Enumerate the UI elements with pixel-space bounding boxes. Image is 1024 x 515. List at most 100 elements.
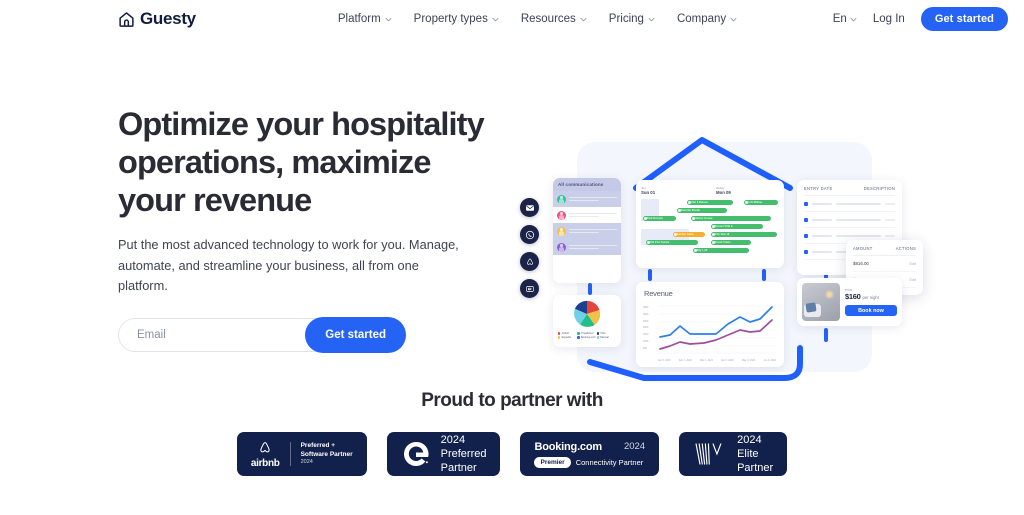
partner-badge-vrbo[interactable]: 2024 Elite Partner bbox=[679, 432, 788, 476]
legend-dot bbox=[558, 332, 561, 335]
partner-badge-booking[interactable]: Booking.com 2024 Premier Connectivity Pa… bbox=[520, 432, 660, 476]
y-tick: 3000 bbox=[643, 312, 649, 316]
communication-row[interactable] bbox=[553, 239, 621, 255]
reservation-bar[interactable]: Old Port Estate bbox=[646, 240, 698, 246]
reservation-bar[interactable]: Unit 3 Deluxe bbox=[687, 200, 733, 206]
channel-mix-card: Airbnb Tripadvisor Vrbo Expedia Booking.… bbox=[553, 295, 621, 347]
airbnb-icon[interactable] bbox=[520, 252, 539, 271]
reservation-bar[interactable]: Bondi Views bbox=[711, 240, 751, 246]
revenue-chart-title: Revenue bbox=[644, 289, 673, 298]
table-row[interactable] bbox=[804, 196, 895, 212]
primary-nav: Platform Property types Resources Pricin… bbox=[338, 13, 737, 25]
table-row[interactable] bbox=[804, 212, 895, 228]
badge-line-1: 2024 bbox=[440, 433, 466, 446]
reservation-label: Old Port Estate bbox=[649, 241, 670, 245]
communication-row[interactable] bbox=[553, 207, 621, 223]
legend-item: Expedia bbox=[558, 336, 575, 339]
vrbo-logo bbox=[695, 443, 722, 465]
reservation-bar[interactable]: City Flat 12 bbox=[711, 232, 777, 238]
book-now-button[interactable]: Book now bbox=[845, 305, 897, 317]
legend-item: Airbnb bbox=[558, 332, 575, 335]
y-tick: 2000 bbox=[643, 326, 649, 330]
x-tick: Jan 3, 2024 bbox=[658, 359, 671, 362]
column-actions: ACTIONS bbox=[895, 246, 916, 251]
nav-item-company[interactable]: Company bbox=[677, 13, 737, 25]
headline-line-2: operations, maximize bbox=[118, 144, 431, 181]
calendar-grid: Unit 3 Deluxe Loft Milano Seaside Studio… bbox=[641, 199, 779, 265]
badge-line-3: 2024 bbox=[300, 458, 313, 465]
nav-item-platform[interactable]: Platform bbox=[338, 13, 392, 25]
communication-row[interactable] bbox=[553, 223, 621, 239]
x-tick: Apr 3, 2024 bbox=[721, 359, 734, 362]
language-selector[interactable]: En bbox=[833, 13, 857, 25]
row-placeholder-lines bbox=[569, 196, 617, 202]
row-checkbox[interactable] bbox=[804, 233, 808, 238]
reservation-bar[interactable]: Loft Milano bbox=[744, 200, 778, 206]
booking-badge-top: Booking.com 2024 bbox=[534, 441, 645, 453]
reservation-bar[interactable]: Sunset Villa A bbox=[711, 224, 763, 230]
reservation-bar[interactable]: Seaside Studio bbox=[677, 208, 727, 214]
badge-line-1: 2024 bbox=[737, 433, 762, 446]
channel-pie-icon bbox=[574, 300, 601, 327]
page-bottom-spacer bbox=[0, 507, 1024, 515]
row-checkbox[interactable] bbox=[804, 249, 808, 254]
avatar bbox=[557, 210, 566, 220]
vrbo-badge-text: 2024 Elite Partner bbox=[737, 433, 773, 475]
divider bbox=[289, 442, 291, 466]
legend-item: Vrbo bbox=[596, 332, 614, 335]
hero-copy: Optimize your hospitality operations, ma… bbox=[118, 105, 498, 354]
airbnb-wordmark: airbnb bbox=[250, 457, 280, 469]
airbnb-logo bbox=[260, 441, 270, 452]
communication-row[interactable] bbox=[553, 191, 621, 207]
headline-line-1: Optimize your hospitality bbox=[118, 106, 485, 142]
row-checkbox[interactable] bbox=[804, 201, 808, 206]
whatsapp-icon[interactable] bbox=[520, 225, 539, 244]
page-title: Optimize your hospitality operations, ma… bbox=[118, 105, 498, 219]
badge-line-1: Preferred + bbox=[300, 442, 336, 450]
nav-item-pricing[interactable]: Pricing bbox=[609, 13, 655, 25]
pie-chart bbox=[557, 299, 617, 329]
edit-action[interactable]: Edit bbox=[909, 262, 916, 266]
get-started-button[interactable]: Get started bbox=[920, 7, 1008, 31]
reservation-label: Sky Loft bbox=[696, 249, 708, 253]
column-amount: AMOUNT bbox=[853, 246, 873, 251]
reservation-bar[interactable]: Sky Loft bbox=[693, 248, 749, 254]
communications-title: All communications bbox=[553, 178, 621, 191]
price-value: $160 bbox=[845, 292, 861, 302]
price-row: $160 per night bbox=[845, 292, 897, 301]
row-checkbox[interactable] bbox=[804, 217, 808, 222]
amount-row[interactable]: $816.00 Edit bbox=[853, 256, 916, 272]
reservation-bar[interactable]: Park Retreat bbox=[643, 216, 676, 222]
edit-action[interactable]: Edit bbox=[909, 278, 916, 282]
login-link[interactable]: Log In bbox=[873, 13, 905, 25]
entry-table-header: ENTRY DATE DESCRIPTION bbox=[804, 186, 895, 196]
premier-badge: Premier bbox=[534, 456, 571, 468]
reservation-label: Garden Suite bbox=[676, 233, 694, 237]
amount-value: $816.00 bbox=[853, 261, 869, 266]
airbnb-lockup: airbnb bbox=[251, 440, 280, 469]
legend-label: Expedia bbox=[561, 336, 571, 339]
nav-item-resources[interactable]: Resources bbox=[521, 13, 587, 25]
row-placeholder-lines bbox=[569, 212, 617, 218]
booking-badge-bottom: Premier Connectivity Partner bbox=[534, 456, 645, 468]
y-tick: 1000 bbox=[643, 340, 649, 344]
x-tick: Feb 3, 2024 bbox=[678, 359, 692, 362]
legend-label: Vrbo bbox=[600, 332, 606, 335]
reservation-bar[interactable]: Garden Suite bbox=[673, 232, 705, 238]
reservation-label: Unit 3 Deluxe bbox=[690, 201, 708, 205]
partner-badge-expedia[interactable]: 2024 Preferred Partner bbox=[386, 432, 501, 476]
partner-badge-airbnb[interactable]: airbnb Preferred + Software Partner 2024 bbox=[236, 432, 367, 476]
reservation-bar[interactable]: Harbor House bbox=[691, 216, 771, 222]
nav-label: Resources bbox=[520, 13, 576, 25]
pie-legend: Airbnb Tripadvisor Vrbo Expedia Booking.… bbox=[557, 332, 617, 339]
legend-dot bbox=[558, 336, 561, 339]
booking-icon[interactable] bbox=[520, 279, 539, 298]
column-description: DESCRIPTION bbox=[863, 186, 895, 191]
brand-logo[interactable]: Guesty bbox=[118, 9, 196, 29]
nav-item-property-types[interactable]: Property types bbox=[414, 13, 499, 25]
x-tick: May 3, 2024 bbox=[741, 359, 756, 362]
connector-tick bbox=[648, 269, 652, 281]
hero-get-started-button[interactable]: Get started bbox=[305, 317, 406, 354]
email-icon[interactable] bbox=[520, 198, 539, 217]
chevron-down-icon bbox=[492, 17, 499, 21]
